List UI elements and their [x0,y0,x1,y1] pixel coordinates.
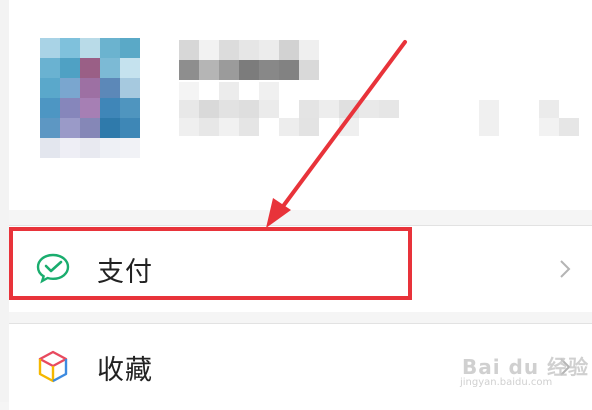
user-avatar[interactable] [40,38,140,158]
highlight-box [9,227,412,300]
menu-item-favorites[interactable]: 收藏 [9,323,592,410]
chevron-right-icon [560,260,571,278]
profile-card[interactable] [9,0,592,210]
menu-item-label: 收藏 [97,355,153,386]
favorites-cube-icon [38,350,68,383]
chevron-right-icon [560,358,571,376]
left-edge-strip [0,0,9,402]
